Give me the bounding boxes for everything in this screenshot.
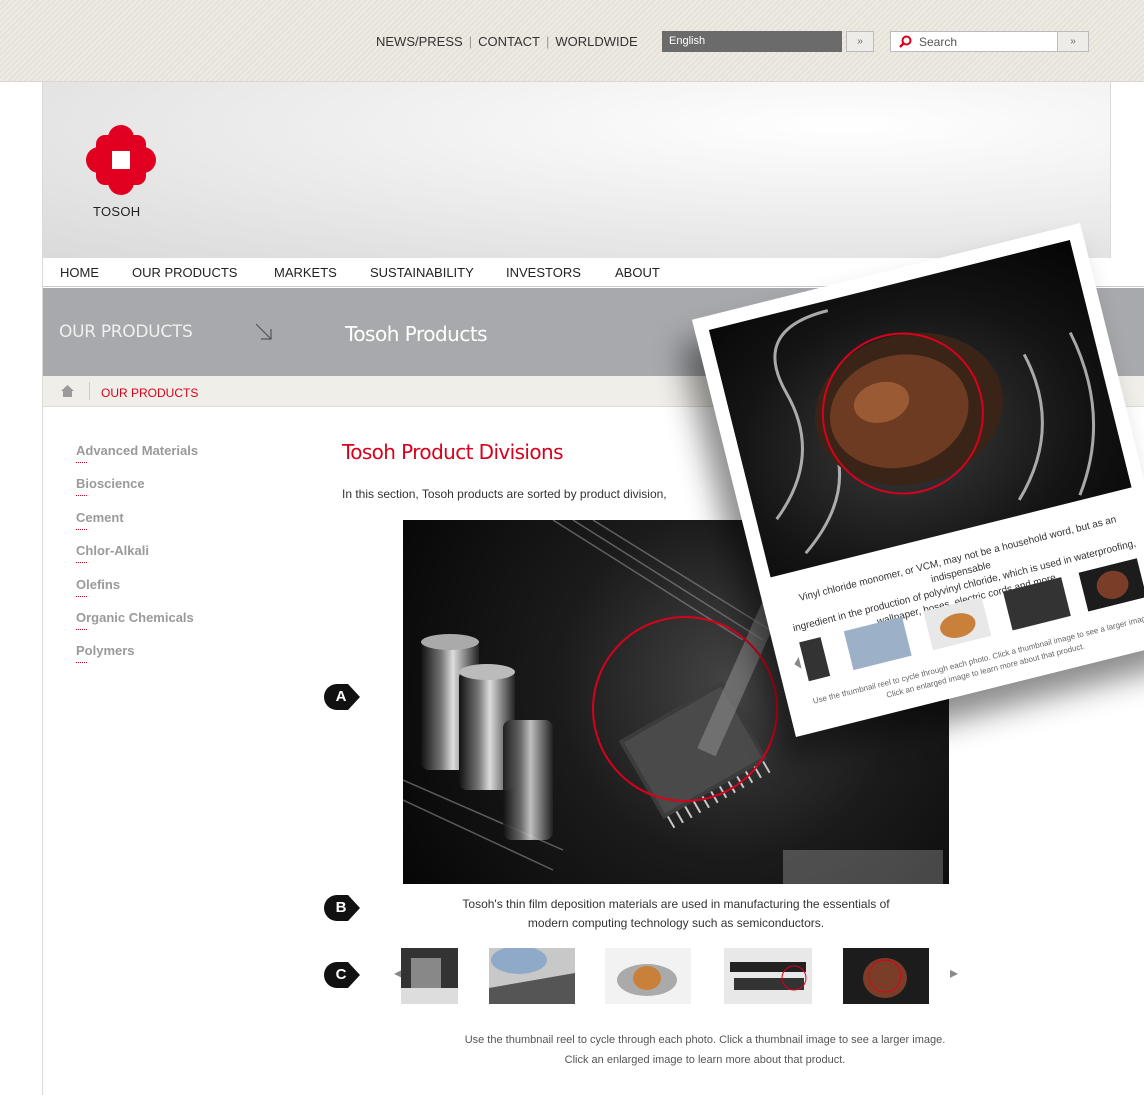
dotted-underline (76, 495, 87, 497)
callout-letter: B (335, 899, 347, 916)
arrow-down-right-icon (255, 323, 272, 340)
sidebar-item-organic-chemicals[interactable]: Organic Chemicals (76, 609, 198, 642)
callout-letter: C (335, 966, 347, 983)
sidebar-item-label: Advanced Materials (76, 443, 199, 458)
caption-line: modern computing technology such as semi… (527, 916, 825, 930)
utility-bar: NEWS/PRESS | CONTACT | WORLDWIDE English » S… (0, 0, 1144, 82)
instruction-line: Click an enlarged image to learn more ab… (564, 1054, 846, 1066)
sidebar-item-label: Olefins (76, 576, 121, 592)
nav-about[interactable]: ABOUT (615, 265, 660, 280)
sidebar-item-olefins[interactable]: Olefins (76, 576, 198, 609)
home-icon[interactable] (61, 385, 74, 397)
worldwide-link[interactable]: WORLDWIDE (555, 34, 637, 49)
sidebar-item-label: Organic Chemicals (76, 609, 194, 625)
reel-thumbnail[interactable] (843, 948, 929, 1004)
intro-text: In this section, Tosoh products are sort… (342, 487, 667, 501)
reel-instructions: Use the thumbnail reel to cycle through … (440, 1030, 970, 1070)
sidebar-item-label: Bioscience (76, 476, 145, 492)
news-press-link[interactable]: NEWS/PRESS (376, 34, 463, 49)
search-icon (899, 35, 912, 48)
utility-links: NEWS/PRESS | CONTACT | WORLDWIDE (376, 34, 638, 49)
instruction-line: Use the thumbnail reel to cycle through … (464, 1034, 946, 1046)
nav-home[interactable]: HOME (60, 265, 99, 280)
search-options-icon[interactable]: » (1058, 31, 1089, 52)
image-caption: Tosoh's thin film deposition materials a… (403, 895, 949, 933)
separator: | (545, 34, 550, 49)
header-banner (43, 82, 1110, 258)
callout-letter: A (335, 688, 347, 705)
nav-sustainability[interactable]: SUSTAINABILITY (370, 265, 474, 280)
breadcrumb-divider (89, 382, 90, 400)
caption-line: Tosoh's thin film deposition materials a… (462, 897, 890, 911)
section-name: OUR PRODUCTS (59, 322, 193, 342)
sidebar-item-cement[interactable]: Cement (76, 509, 198, 542)
reel-thumbnail[interactable] (724, 948, 812, 1004)
page-frame-line (1110, 82, 1111, 262)
dotted-underline (76, 562, 87, 564)
dotted-underline (76, 528, 87, 530)
sidebar-nav: Advanced Materials Bioscience Cement Chl… (76, 442, 198, 676)
page-heading: Tosoh Products (345, 322, 488, 346)
dotted-underline (76, 628, 87, 630)
sidebar-item-chlor-alkali[interactable]: Chlor-Alkali (76, 542, 198, 575)
chevron-down-icon[interactable]: » (846, 31, 874, 52)
sidebar-item-bioscience[interactable]: Bioscience (76, 475, 198, 508)
dotted-underline (76, 462, 87, 463)
search-input[interactable]: Search (890, 31, 1058, 52)
sidebar-item-advanced-materials[interactable]: Advanced Materials (76, 442, 198, 475)
reel-thumbnail[interactable] (605, 948, 691, 1004)
language-select[interactable]: English » (662, 31, 874, 52)
sidebar-item-label: Polymers (76, 643, 135, 659)
breadcrumb-current[interactable]: OUR PRODUCTS (101, 386, 198, 400)
logo-text: TOSOH (93, 204, 141, 219)
sidebar-item-label: Chlor-Alkali (76, 543, 149, 559)
dotted-underline (76, 662, 87, 664)
chevron-right-icon[interactable]: ▸ (950, 963, 958, 983)
page-frame-line (42, 82, 43, 1095)
sidebar-item-label: Cement (76, 509, 124, 525)
nav-investors[interactable]: INVESTORS (506, 265, 581, 280)
language-value: English (662, 31, 842, 52)
reel-thumbnail[interactable] (489, 948, 575, 1004)
contact-link[interactable]: CONTACT (478, 34, 540, 49)
sidebar-item-polymers[interactable]: Polymers (76, 642, 198, 675)
dotted-underline (76, 595, 87, 597)
search-placeholder: Search (919, 34, 958, 49)
reel-thumbnail[interactable] (401, 948, 458, 1004)
search-box[interactable]: Search » (890, 31, 1089, 52)
nav-our-products[interactable]: OUR PRODUCTS (132, 265, 237, 280)
nav-markets[interactable]: MARKETS (274, 265, 337, 280)
separator: | (468, 34, 473, 49)
content-title: Tosoh Product Divisions (342, 440, 564, 464)
